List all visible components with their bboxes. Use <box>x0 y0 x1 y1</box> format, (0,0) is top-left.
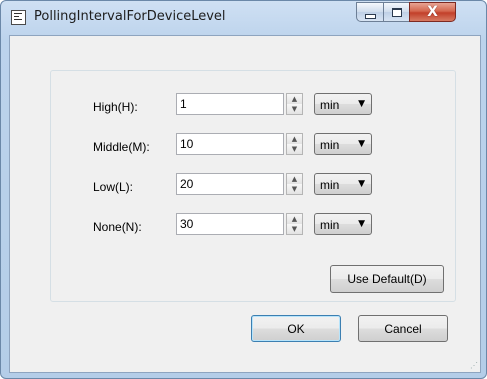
high-unit-select[interactable]: min ▼ <box>314 93 372 115</box>
high-unit-value: min <box>320 98 340 112</box>
high-spinner[interactable]: ▲ ▼ <box>286 93 303 115</box>
none-input-field[interactable] <box>177 214 283 234</box>
low-input-field[interactable] <box>177 174 283 194</box>
ok-button[interactable]: OK <box>251 315 341 342</box>
low-unit-value: min <box>320 178 340 192</box>
close-button[interactable]: X <box>409 2 456 22</box>
close-icon: X <box>427 4 438 20</box>
none-spinner[interactable]: ▲ ▼ <box>286 213 303 235</box>
high-input[interactable] <box>176 93 284 115</box>
cancel-button[interactable]: Cancel <box>358 315 448 342</box>
none-input[interactable] <box>176 213 284 235</box>
none-label: None(N): <box>93 220 142 234</box>
minimize-button[interactable] <box>356 2 384 22</box>
low-spinner[interactable]: ▲ ▼ <box>286 173 303 195</box>
dropdown-arrow-icon: ▼ <box>358 139 365 149</box>
dialog-window: PollingIntervalForDeviceLevel X High(H):… <box>0 0 487 379</box>
middle-unit-select[interactable]: min ▼ <box>314 133 372 155</box>
spin-down-icon[interactable]: ▼ <box>287 104 302 114</box>
window-controls: X <box>356 2 479 23</box>
maximize-button[interactable] <box>383 2 410 22</box>
none-unit-select[interactable]: min ▼ <box>314 213 372 235</box>
high-label: High(H): <box>93 100 138 114</box>
low-input[interactable] <box>176 173 284 195</box>
spin-down-icon[interactable]: ▼ <box>287 224 302 234</box>
middle-label: Middle(M): <box>93 140 150 154</box>
dropdown-arrow-icon: ▼ <box>358 219 365 229</box>
resize-grip-icon[interactable]: ⋰ <box>470 361 478 370</box>
title-bar[interactable]: PollingIntervalForDeviceLevel X <box>1 1 486 35</box>
low-unit-select[interactable]: min ▼ <box>314 173 372 195</box>
dropdown-arrow-icon: ▼ <box>358 99 365 109</box>
low-label: Low(L): <box>93 180 134 194</box>
middle-input-field[interactable] <box>177 134 283 154</box>
app-icon <box>11 10 26 25</box>
window-title: PollingIntervalForDeviceLevel <box>34 9 226 24</box>
spin-down-icon[interactable]: ▼ <box>287 144 302 154</box>
use-default-button[interactable]: Use Default(D) <box>330 265 444 293</box>
high-input-field[interactable] <box>177 94 283 114</box>
spin-down-icon[interactable]: ▼ <box>287 184 302 194</box>
minimize-icon <box>364 13 376 19</box>
dropdown-arrow-icon: ▼ <box>358 179 365 189</box>
maximize-icon <box>391 7 402 17</box>
none-unit-value: min <box>320 218 340 232</box>
middle-spinner[interactable]: ▲ ▼ <box>286 133 303 155</box>
middle-unit-value: min <box>320 138 340 152</box>
interval-group: High(H): ▲ ▼ min ▼ Middle(M): ▲ ▼ m <box>50 70 456 302</box>
middle-input[interactable] <box>176 133 284 155</box>
dialog-client-area: High(H): ▲ ▼ min ▼ Middle(M): ▲ ▼ m <box>9 35 481 373</box>
